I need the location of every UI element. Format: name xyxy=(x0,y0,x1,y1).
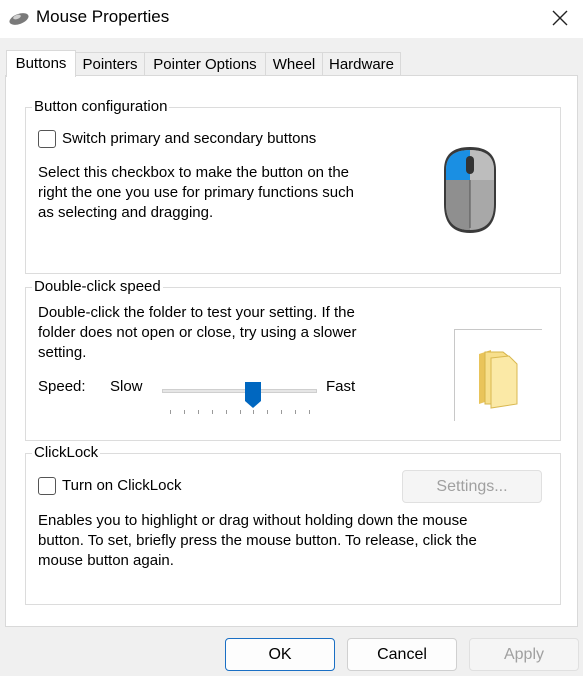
close-button[interactable] xyxy=(547,6,573,30)
slider-tick xyxy=(253,410,255,414)
double-click-speed-group: Double-click speed Double-click the fold… xyxy=(25,277,561,441)
clicklock-settings-button[interactable]: Settings... xyxy=(402,470,542,503)
switch-buttons-label[interactable]: Switch primary and secondary buttons xyxy=(62,129,316,149)
button-configuration-group: Button configuration Switch primary and … xyxy=(25,97,561,274)
double-click-speed-label: Double-click speed xyxy=(32,277,163,297)
slider-tick xyxy=(225,410,227,414)
slider-tick xyxy=(309,410,310,414)
description-line: button. To set, briefly press the mouse … xyxy=(38,532,477,549)
close-icon xyxy=(552,10,568,26)
description-line: folder does not open or close, try using… xyxy=(38,324,357,341)
button-configuration-description: Select this checkbox to make the button … xyxy=(38,163,388,223)
apply-button[interactable]: Apply xyxy=(469,638,579,671)
slider-tick xyxy=(183,410,185,414)
description-line: as selecting and dragging. xyxy=(38,204,214,221)
mouse-preview-icon xyxy=(444,147,496,233)
mouse-preview xyxy=(398,112,543,267)
tab-buttons[interactable]: Buttons xyxy=(6,50,76,77)
folder-icon xyxy=(479,350,518,409)
mouse-icon xyxy=(9,13,29,25)
fast-label: Fast xyxy=(326,378,356,395)
description-line: Select this checkbox to make the button … xyxy=(38,164,350,181)
ok-button[interactable]: OK xyxy=(225,638,335,671)
description-line: mouse button again. xyxy=(38,552,174,569)
slider-tick xyxy=(267,410,269,414)
clicklock-checkbox-label[interactable]: Turn on ClickLock xyxy=(62,476,182,496)
tab-wheel[interactable]: Wheel xyxy=(265,52,323,76)
double-click-speed-slider[interactable] xyxy=(162,382,317,418)
slider-thumb[interactable] xyxy=(245,382,262,408)
title-bar: Mouse Properties xyxy=(0,0,583,38)
slider-tick xyxy=(197,410,199,414)
button-configuration-label: Button configuration xyxy=(32,97,170,117)
double-click-description: Double-click the folder to test your set… xyxy=(38,303,458,363)
tab-pointer-options[interactable]: Pointer Options xyxy=(144,52,266,76)
slow-label: Slow xyxy=(110,378,143,395)
slider-tick xyxy=(211,410,213,414)
tab-hardware[interactable]: Hardware xyxy=(322,52,401,76)
switch-buttons-checkbox[interactable] xyxy=(38,130,56,148)
slider-track xyxy=(162,389,317,393)
test-folder[interactable] xyxy=(454,329,542,421)
clicklock-group: ClickLock Turn on ClickLock Settings... … xyxy=(25,443,561,605)
description-line: right the one you use for primary functi… xyxy=(38,184,354,201)
description-line: Enables you to highlight or drag without… xyxy=(38,512,468,529)
description-line: Double-click the folder to test your set… xyxy=(38,304,355,321)
cancel-button[interactable]: Cancel xyxy=(347,638,457,671)
buttons-tab-panel: Button configuration Switch primary and … xyxy=(5,75,578,627)
clicklock-checkbox[interactable] xyxy=(38,477,56,495)
clicklock-label: ClickLock xyxy=(32,443,101,463)
clicklock-description: Enables you to highlight or drag without… xyxy=(38,511,553,571)
slider-tick xyxy=(295,410,297,414)
tab-pointers[interactable]: Pointers xyxy=(75,52,145,76)
slider-tick xyxy=(281,410,283,414)
slider-tick xyxy=(170,410,171,414)
slider-tick xyxy=(239,410,241,414)
speed-label: Speed: xyxy=(38,378,86,395)
window-title: Mouse Properties xyxy=(36,7,170,26)
description-line: setting. xyxy=(38,344,87,361)
